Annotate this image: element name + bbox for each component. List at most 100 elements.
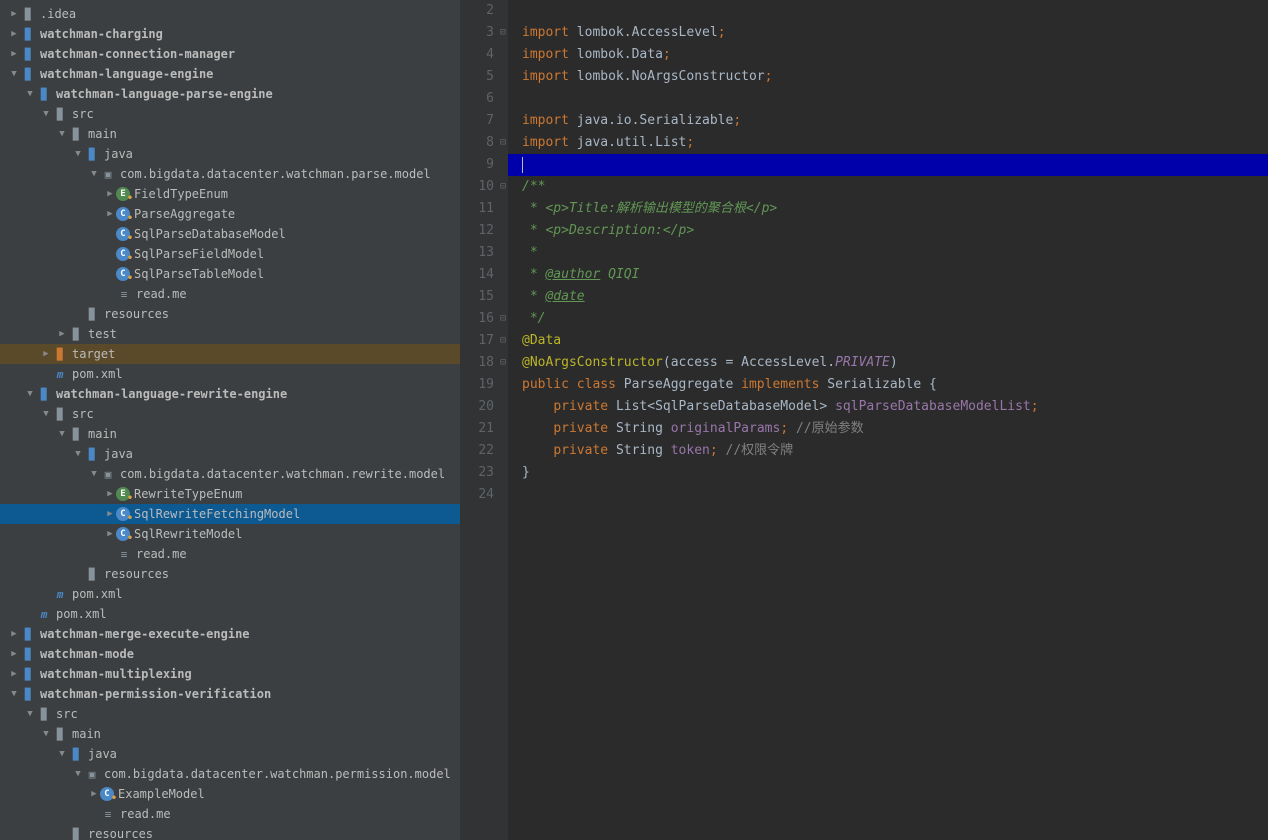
code-line[interactable]: import lombok.Data;	[522, 44, 1268, 66]
code-editor[interactable]: 23⊟45678⊟910⊟111213141516⊟17⊟18⊟19202122…	[460, 0, 1268, 840]
code-line[interactable]: import lombok.NoArgsConstructor;	[522, 66, 1268, 88]
line-number[interactable]: 11	[460, 198, 494, 220]
chevron-down-icon[interactable]: ▼	[24, 89, 36, 99]
tree-item-com-bigdata-datacenter-watchman-rewrite-model[interactable]: ▼▣com.bigdata.datacenter.watchman.rewrit…	[0, 464, 460, 484]
tree-item-fieldtypeenum[interactable]: ▶EFieldTypeEnum	[0, 184, 460, 204]
line-number[interactable]: 10⊟	[460, 176, 494, 198]
tree-item--idea[interactable]: ▶▉.idea	[0, 4, 460, 24]
fold-toggle-icon[interactable]: ⊟	[500, 22, 506, 44]
chevron-down-icon[interactable]: ▼	[56, 749, 68, 759]
tree-item-parseaggregate[interactable]: ▶CParseAggregate	[0, 204, 460, 224]
tree-item-examplemodel[interactable]: ▶CExampleModel	[0, 784, 460, 804]
line-number[interactable]: 7	[460, 110, 494, 132]
chevron-right-icon[interactable]: ▶	[8, 669, 20, 679]
code-line[interactable]: @Data	[522, 330, 1268, 352]
tree-item-resources[interactable]: ▉resources	[0, 564, 460, 584]
chevron-right-icon[interactable]: ▶	[8, 29, 20, 39]
tree-item-read-me[interactable]: ≡read.me	[0, 284, 460, 304]
tree-item-read-me[interactable]: ≡read.me	[0, 544, 460, 564]
tree-item-watchman-merge-execute-engine[interactable]: ▶▉watchman-merge-execute-engine	[0, 624, 460, 644]
chevron-right-icon[interactable]: ▶	[104, 529, 116, 539]
code-line[interactable]	[522, 88, 1268, 110]
tree-item-java[interactable]: ▼▉java	[0, 444, 460, 464]
code-line[interactable]: * @author QIQI	[522, 264, 1268, 286]
chevron-down-icon[interactable]: ▼	[72, 769, 84, 779]
tree-item-watchman-mode[interactable]: ▶▉watchman-mode	[0, 644, 460, 664]
tree-item-read-me[interactable]: ≡read.me	[0, 804, 460, 824]
tree-item-main[interactable]: ▼▉main	[0, 124, 460, 144]
tree-item-watchman-connection-manager[interactable]: ▶▉watchman-connection-manager	[0, 44, 460, 64]
tree-item-watchman-multiplexing[interactable]: ▶▉watchman-multiplexing	[0, 664, 460, 684]
code-line[interactable]	[522, 484, 1268, 506]
code-line[interactable]: import java.util.List;	[522, 132, 1268, 154]
chevron-down-icon[interactable]: ▼	[88, 169, 100, 179]
line-number[interactable]: 4	[460, 44, 494, 66]
code-line[interactable]	[522, 0, 1268, 22]
tree-item-sqlparsetablemodel[interactable]: CSqlParseTableModel	[0, 264, 460, 284]
line-number[interactable]: 5	[460, 66, 494, 88]
tree-item-watchman-language-engine[interactable]: ▼▉watchman-language-engine	[0, 64, 460, 84]
line-number[interactable]: 20	[460, 396, 494, 418]
tree-item-java[interactable]: ▼▉java	[0, 744, 460, 764]
code-line[interactable]: */	[522, 308, 1268, 330]
tree-item-com-bigdata-datacenter-watchman-parse-model[interactable]: ▼▣com.bigdata.datacenter.watchman.parse.…	[0, 164, 460, 184]
chevron-right-icon[interactable]: ▶	[104, 189, 116, 199]
chevron-down-icon[interactable]: ▼	[40, 409, 52, 419]
code-line[interactable]: * <p>Description:</p>	[522, 220, 1268, 242]
fold-toggle-icon[interactable]: ⊟	[500, 308, 506, 330]
line-number[interactable]: 8⊟	[460, 132, 494, 154]
tree-item-test[interactable]: ▶▉test	[0, 324, 460, 344]
chevron-right-icon[interactable]: ▶	[104, 209, 116, 219]
tree-item-watchman-language-rewrite-engine[interactable]: ▼▉watchman-language-rewrite-engine	[0, 384, 460, 404]
line-number[interactable]: 12	[460, 220, 494, 242]
line-number[interactable]: 22	[460, 440, 494, 462]
code-line[interactable]: * @date	[522, 286, 1268, 308]
line-number[interactable]: 24	[460, 484, 494, 506]
chevron-right-icon[interactable]: ▶	[8, 629, 20, 639]
tree-item-watchman-charging[interactable]: ▶▉watchman-charging	[0, 24, 460, 44]
tree-item-pom-xml[interactable]: mpom.xml	[0, 604, 460, 624]
chevron-down-icon[interactable]: ▼	[40, 109, 52, 119]
code-line[interactable]: private String token; //权限令牌	[522, 440, 1268, 462]
line-number[interactable]: 17⊟	[460, 330, 494, 352]
tree-item-resources[interactable]: ▉resources	[0, 304, 460, 324]
tree-item-sqlparsefieldmodel[interactable]: CSqlParseFieldModel	[0, 244, 460, 264]
chevron-down-icon[interactable]: ▼	[8, 689, 20, 699]
chevron-right-icon[interactable]: ▶	[8, 649, 20, 659]
fold-toggle-icon[interactable]: ⊟	[500, 352, 506, 374]
tree-item-sqlrewritemodel[interactable]: ▶CSqlRewriteModel	[0, 524, 460, 544]
chevron-right-icon[interactable]: ▶	[8, 9, 20, 19]
line-number[interactable]: 23	[460, 462, 494, 484]
tree-item-sqlrewritefetchingmodel[interactable]: ▶CSqlRewriteFetchingModel	[0, 504, 460, 524]
code-area[interactable]: import lombok.AccessLevel;import lombok.…	[508, 0, 1268, 840]
line-number[interactable]: 15	[460, 286, 494, 308]
chevron-down-icon[interactable]: ▼	[56, 129, 68, 139]
line-number[interactable]: 18⊟	[460, 352, 494, 374]
line-number[interactable]: 21	[460, 418, 494, 440]
chevron-down-icon[interactable]: ▼	[24, 709, 36, 719]
tree-item-pom-xml[interactable]: mpom.xml	[0, 584, 460, 604]
code-line[interactable]: import lombok.AccessLevel;	[522, 22, 1268, 44]
tree-item-main[interactable]: ▼▉main	[0, 424, 460, 444]
tree-item-src[interactable]: ▼▉src	[0, 404, 460, 424]
chevron-right-icon[interactable]: ▶	[104, 489, 116, 499]
code-line[interactable]: import java.io.Serializable;	[522, 110, 1268, 132]
fold-toggle-icon[interactable]: ⊟	[500, 330, 506, 352]
code-line[interactable]: }	[522, 462, 1268, 484]
line-number[interactable]: 9	[460, 154, 494, 176]
code-line[interactable]	[508, 154, 1268, 176]
chevron-down-icon[interactable]: ▼	[56, 429, 68, 439]
line-number[interactable]: 6	[460, 88, 494, 110]
line-number[interactable]: 2	[460, 0, 494, 22]
code-line[interactable]: * <p>Title:解析输出模型的聚合根</p>	[522, 198, 1268, 220]
code-line[interactable]: private List<SqlParseDatabaseModel> sqlP…	[522, 396, 1268, 418]
tree-item-watchman-permission-verification[interactable]: ▼▉watchman-permission-verification	[0, 684, 460, 704]
code-line[interactable]: /**	[522, 176, 1268, 198]
fold-toggle-icon[interactable]: ⊟	[500, 132, 506, 154]
chevron-right-icon[interactable]: ▶	[40, 349, 52, 359]
chevron-down-icon[interactable]: ▼	[88, 469, 100, 479]
chevron-down-icon[interactable]: ▼	[72, 449, 84, 459]
code-line[interactable]: @NoArgsConstructor(access = AccessLevel.…	[522, 352, 1268, 374]
chevron-right-icon[interactable]: ▶	[8, 49, 20, 59]
chevron-down-icon[interactable]: ▼	[8, 69, 20, 79]
